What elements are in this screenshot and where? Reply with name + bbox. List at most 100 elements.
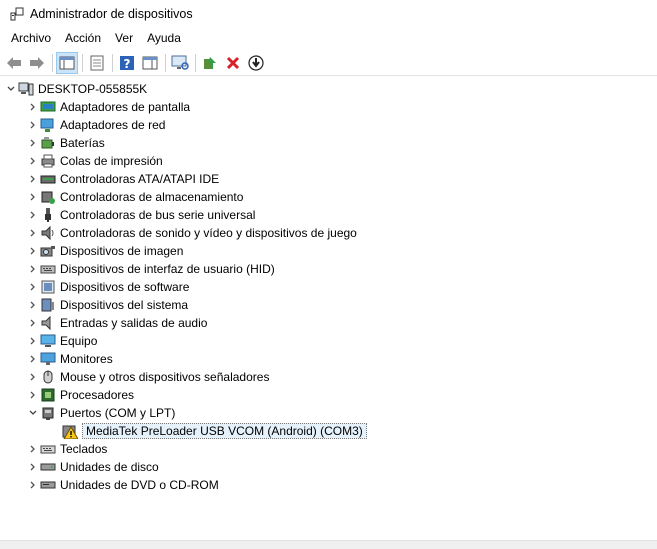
back-button[interactable]: [3, 52, 25, 74]
chevron-right-icon[interactable]: [26, 242, 40, 260]
enable-device-button[interactable]: [245, 52, 267, 74]
chevron-right-icon[interactable]: [26, 206, 40, 224]
chevron-right-icon[interactable]: [26, 98, 40, 116]
tree-category-dvd[interactable]: Unidades de DVD o CD-ROM: [26, 476, 219, 494]
properties-button[interactable]: [86, 52, 108, 74]
tree-category-keyboard[interactable]: Teclados: [26, 440, 107, 458]
tree-category-sound[interactable]: Controladoras de sonido y vídeo y dispos…: [26, 224, 357, 242]
tree-category-monitor[interactable]: Monitores: [26, 350, 113, 368]
tree-root-label: DESKTOP-055855K: [38, 82, 148, 96]
tree-category-label: Dispositivos de software: [60, 280, 190, 294]
tree-category-hid[interactable]: Dispositivos de interfaz de usuario (HID…: [26, 260, 275, 278]
title-bar: Administrador de dispositivos: [0, 0, 657, 28]
tree-category-battery[interactable]: Baterías: [26, 134, 105, 152]
back-icon: [7, 56, 21, 69]
monitor-icon: [40, 351, 56, 367]
tree-category-software-device[interactable]: Dispositivos de software: [26, 278, 189, 296]
forward-button[interactable]: [26, 52, 48, 74]
tree-device-mediatek-preloader[interactable]: MediaTek PreLoader USB VCOM (Android) (C…: [62, 422, 367, 440]
chevron-right-icon[interactable]: [26, 296, 40, 314]
menu-ver[interactable]: Ver: [108, 31, 140, 45]
chevron-right-icon[interactable]: [26, 152, 40, 170]
chevron-right-icon[interactable]: [26, 476, 40, 494]
chevron-right-icon[interactable]: [26, 278, 40, 296]
help-button[interactable]: ?: [116, 52, 138, 74]
toolbar-separator: [112, 53, 113, 72]
chevron-right-icon[interactable]: [26, 134, 40, 152]
console-icon: [142, 56, 158, 69]
tree-category-system-device[interactable]: Dispositivos del sistema: [26, 296, 188, 314]
chevron-down-icon[interactable]: [26, 404, 40, 422]
chevron-right-icon[interactable]: [26, 314, 40, 332]
tree-category-port[interactable]: Puertos (COM y LPT): [26, 404, 175, 422]
tree-category-audio-io[interactable]: Entradas y salidas de audio: [26, 314, 207, 332]
audio-io-icon: [40, 315, 56, 331]
tree-category-print-queue[interactable]: Colas de impresión: [26, 152, 163, 170]
chevron-right-icon[interactable]: [26, 224, 40, 242]
chevron-right-icon[interactable]: [26, 188, 40, 206]
chevron-right-icon[interactable]: [26, 458, 40, 476]
chevron-right-icon[interactable]: [26, 116, 40, 134]
help-icon: ?: [120, 55, 134, 71]
horizontal-scrollbar[interactable]: [0, 540, 657, 549]
uninstall-button[interactable]: [222, 52, 244, 74]
chevron-down-icon[interactable]: [4, 80, 18, 98]
action-pane-button[interactable]: [139, 52, 161, 74]
tree-category-label: Controladoras de bus serie universal: [60, 208, 256, 222]
tree-category-computer[interactable]: Equipo: [26, 332, 97, 350]
update-driver-button[interactable]: [199, 52, 221, 74]
tree-category-label: Entradas y salidas de audio: [60, 316, 208, 330]
chevron-right-icon[interactable]: [26, 386, 40, 404]
chevron-right-icon[interactable]: [26, 332, 40, 350]
scan-hardware-button[interactable]: [169, 52, 191, 74]
forward-icon: [30, 56, 44, 69]
chevron-right-icon[interactable]: [26, 440, 40, 458]
tree-category-label: Teclados: [60, 442, 108, 456]
tree-category-mouse[interactable]: Mouse y otros dispositivos señaladores: [26, 368, 269, 386]
hid-icon: [40, 261, 56, 277]
tree-category-label: Controladoras ATA/ATAPI IDE: [60, 172, 220, 186]
tree-category-label: Dispositivos del sistema: [60, 298, 189, 312]
menu-bar: Archivo Acción Ver Ayuda: [0, 28, 657, 48]
tree-root[interactable]: DESKTOP-055855K: [4, 80, 147, 98]
properties-view-icon: [59, 56, 75, 69]
tree-category-storage-controller[interactable]: Controladoras de almacenamiento: [26, 188, 243, 206]
processor-icon: [40, 387, 56, 403]
mouse-icon: [40, 369, 56, 385]
device-tree: DESKTOP-055855K Adaptadores de pantalla A…: [0, 80, 657, 540]
toolbar-separator: [82, 53, 83, 72]
tree-category-processor[interactable]: Procesadores: [26, 386, 134, 404]
tree-device-label: MediaTek PreLoader USB VCOM (Android) (C…: [82, 423, 367, 439]
tree-category-display-adapter[interactable]: Adaptadores de pantalla: [26, 98, 190, 116]
download-icon: [248, 54, 264, 71]
port-icon: [40, 405, 56, 421]
tree-category-label: Procesadores: [60, 388, 135, 402]
chevron-right-icon[interactable]: [26, 368, 40, 386]
chevron-right-icon[interactable]: [26, 170, 40, 188]
tree-category-label: Unidades de disco: [60, 460, 159, 474]
tree-category-ide-controller[interactable]: Controladoras ATA/ATAPI IDE: [26, 170, 219, 188]
tree-category-label: Dispositivos de interfaz de usuario (HID…: [60, 262, 275, 276]
network-adapter-icon: [40, 117, 56, 133]
tree-category-label: Puertos (COM y LPT): [60, 406, 176, 420]
tree-category-network-adapter[interactable]: Adaptadores de red: [26, 116, 165, 134]
tree-category-label: Adaptadores de pantalla: [60, 100, 191, 114]
menu-archivo[interactable]: Archivo: [4, 31, 58, 45]
camera-icon: [40, 243, 56, 259]
chevron-right-icon[interactable]: [26, 260, 40, 278]
chevron-right-icon[interactable]: [26, 350, 40, 368]
storage-controller-icon: [40, 189, 56, 205]
menu-ayuda[interactable]: Ayuda: [140, 31, 188, 45]
sound-icon: [40, 225, 56, 241]
show-hide-tree-button[interactable]: [56, 51, 78, 74]
menu-accion[interactable]: Acción: [58, 31, 108, 45]
computer-icon: [40, 333, 56, 349]
tree-category-camera[interactable]: Dispositivos de imagen: [26, 242, 183, 260]
toolbar-separator: [195, 53, 196, 72]
svg-text:?: ?: [124, 57, 131, 71]
tree-category-usb[interactable]: Controladoras de bus serie universal: [26, 206, 255, 224]
tree-category-label: Adaptadores de red: [60, 118, 166, 132]
tree-category-label: Controladoras de sonido y vídeo y dispos…: [60, 226, 357, 240]
tree-category-disk-drive[interactable]: Unidades de disco: [26, 458, 159, 476]
uninstall-icon: [226, 56, 240, 69]
